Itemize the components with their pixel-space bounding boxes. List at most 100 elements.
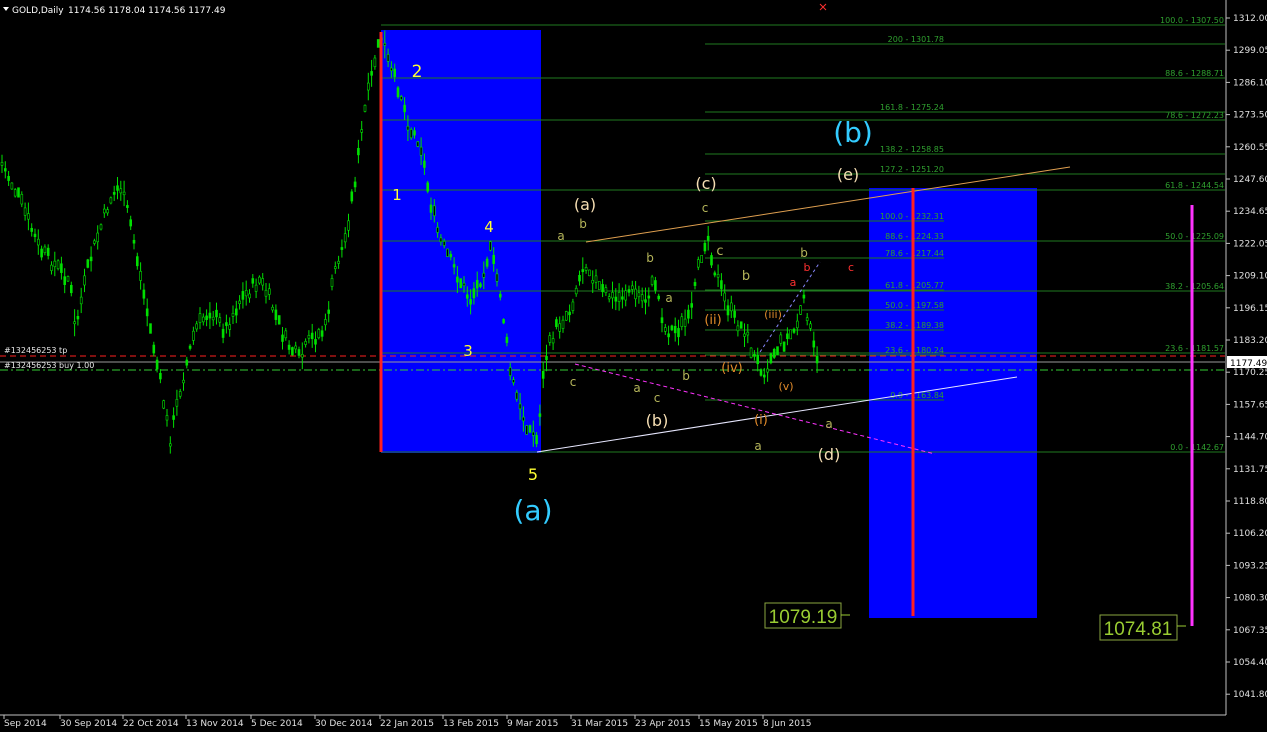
candle-body (611, 292, 614, 299)
candle-body (538, 413, 542, 417)
candle-body (53, 260, 57, 268)
fib-inner-label: 23.6 - 1180.24 (885, 346, 944, 355)
candle-body (376, 39, 380, 48)
price-chart[interactable]: 100.0 - 1307.5088.6 - 1288.7178.6 - 1272… (0, 0, 1267, 732)
candle-body (393, 68, 397, 77)
tp-order-label[interactable]: #132456253 tp (4, 346, 67, 355)
candle-body (347, 220, 350, 231)
candle-body (70, 284, 73, 294)
candle-body (759, 369, 763, 376)
dropdown-icon[interactable] (3, 7, 9, 11)
candle-body (202, 316, 205, 323)
candle-body (703, 242, 707, 252)
candle-body (654, 280, 657, 291)
candle-body (647, 295, 651, 299)
candle-body (294, 345, 298, 350)
wave-label: overshoot (0, 0, 30, 3)
price-tick-label: 1247.60 (1233, 175, 1267, 185)
fib-level-label: 0.0 - 1142.67 (1170, 443, 1224, 452)
candle-body (112, 192, 116, 195)
candle-body (802, 294, 806, 299)
candle-body (73, 321, 76, 325)
wave-label: a (633, 381, 640, 395)
candle-body (76, 316, 80, 320)
candle-body (40, 248, 43, 258)
date-tick-label: 5 Dec 2014 (251, 719, 303, 729)
candle-body (403, 104, 406, 113)
candle-body (109, 197, 113, 204)
target-right-value: 1074.81 (1104, 619, 1173, 640)
candle-body (423, 160, 426, 168)
date-tick-label: 22 Oct 2014 (123, 719, 179, 729)
candle-body (531, 431, 535, 436)
candle-body (390, 67, 393, 72)
fib-inner-label: 50.0 - 1197.58 (885, 301, 944, 310)
wave-label: a (790, 276, 797, 289)
candle-body (343, 233, 347, 243)
candle-body (739, 321, 743, 329)
candle-body (815, 355, 819, 364)
fib-extension-label: 161.8 - 1275.24 (880, 103, 944, 112)
candle-body (706, 235, 710, 241)
date-axis[interactable]: Sep 2014 30 Sep 2014 22 Oct 2014 13 Nov 201… (0, 714, 1226, 729)
candle-body (66, 276, 70, 282)
candle-body (545, 355, 548, 361)
date-tick-label: Sep 2014 (4, 719, 47, 729)
date-tick-label: 22 Jan 2015 (380, 719, 434, 729)
price-tick-label: 1067.35 (1233, 626, 1267, 636)
buy-order-label[interactable]: #132456253 buy 1.00 (4, 361, 94, 370)
candle-body (337, 260, 340, 264)
candle-body (812, 340, 816, 348)
chart-header: GOLD,Daily 1174.56 1178.04 1174.56 1177.… (3, 6, 226, 16)
candle-body (225, 322, 228, 326)
candle-body (469, 299, 472, 305)
close-chart-icon[interactable] (819, 3, 827, 11)
candle-body (4, 168, 7, 172)
candle-body (601, 284, 604, 293)
candle-body (261, 278, 265, 286)
candle-body (459, 278, 463, 289)
wave-label: 1 (392, 186, 402, 204)
candle-body (314, 339, 317, 345)
candle-body (132, 239, 136, 244)
wave-label: (a) (574, 195, 596, 214)
candle-body (729, 302, 733, 312)
candle-body (621, 296, 624, 300)
candle-body (60, 263, 63, 273)
candle-body (267, 288, 271, 295)
candle-body (211, 316, 215, 321)
wave-label: (iv) (721, 361, 742, 376)
date-tick-label: 8 Jun 2015 (763, 719, 811, 729)
candle-body (274, 309, 278, 320)
candle-body (680, 316, 684, 327)
price-axis[interactable]: 1312.00 1299.05 1286.10 1273.50 1260.55 1247.… (1225, 0, 1267, 715)
candle-body (416, 141, 420, 147)
price-tick-label: 1312.00 (1233, 14, 1267, 24)
candle-body (505, 336, 509, 343)
candle-body (581, 269, 585, 273)
candle-body (667, 333, 670, 338)
wave-label: (iii) (764, 308, 782, 321)
candle-body (56, 260, 60, 270)
candle-body (452, 264, 456, 268)
fib-level-label: 38.2 - 1205.64 (1165, 282, 1224, 291)
candle-body (284, 330, 288, 339)
candle-body (277, 315, 281, 325)
target-right: 1074.81 (1099, 614, 1186, 641)
candle-body (588, 269, 591, 277)
wave-label: 2 (412, 62, 423, 82)
candle-body (116, 185, 119, 191)
candle-body (145, 308, 149, 317)
candle-body (574, 287, 578, 295)
candle-body (548, 335, 552, 343)
candle-body (591, 280, 595, 284)
price-tick-label: 1106.20 (1233, 529, 1267, 539)
candle-body (324, 319, 327, 326)
candle-body (383, 43, 387, 46)
candle-body (409, 129, 413, 139)
candle-body (630, 285, 634, 290)
candle-body (310, 332, 314, 340)
candle-body (809, 323, 812, 329)
fib-inner-label: 38.2 - 1189.38 (885, 321, 944, 330)
candle-body (23, 207, 27, 216)
